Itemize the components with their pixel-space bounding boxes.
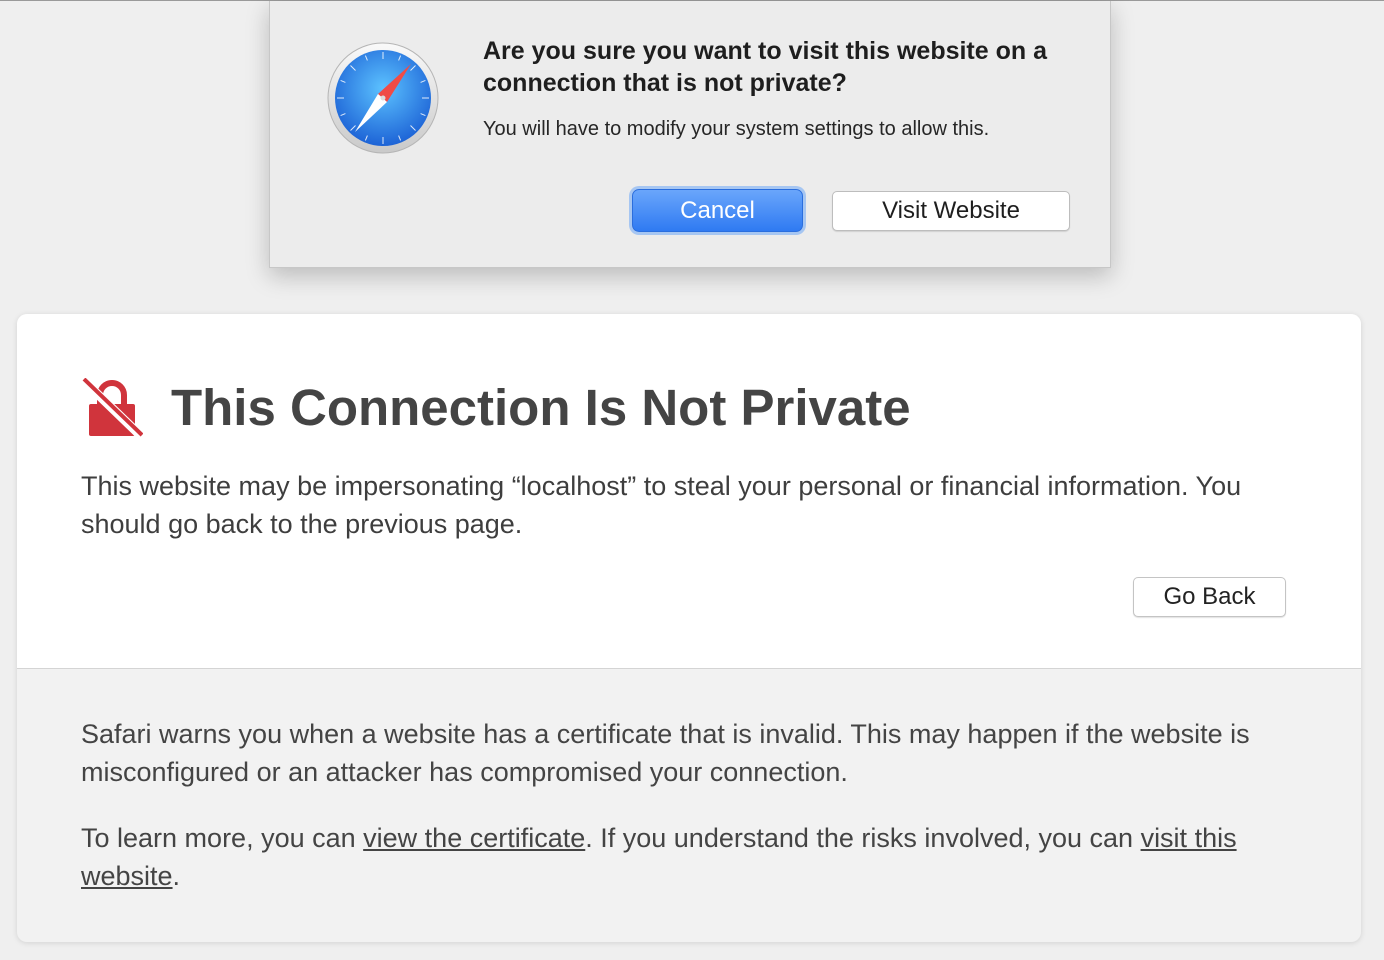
learn-more-suffix: . [172, 861, 181, 891]
learn-more-middle: . If you understand the risks involved, … [585, 823, 1141, 853]
learn-more-prefix: To learn more, you can [81, 823, 364, 853]
certificate-info-text: Safari warns you when a website has a ce… [81, 719, 1250, 787]
privacy-warning-card: This Connection Is Not Private This webs… [17, 314, 1361, 942]
cancel-button[interactable]: Cancel [632, 189, 803, 232]
visit-website-button[interactable]: Visit Website [832, 191, 1070, 231]
warning-header-section: This Connection Is Not Private This webs… [17, 314, 1361, 669]
alert-message: You will have to modify your system sett… [483, 118, 990, 140]
lock-slash-icon [81, 378, 143, 438]
learn-more-text: To learn more, you can view the certific… [81, 819, 1301, 895]
warning-details-section: Safari warns you when a website has a ce… [17, 669, 1361, 942]
confirmation-alert: Are you sure you want to visit this webs… [269, 1, 1111, 268]
alert-title: Are you sure you want to visit this webs… [483, 37, 1048, 97]
go-back-button[interactable]: Go Back [1133, 577, 1286, 617]
page-title: This Connection Is Not Private [171, 379, 911, 436]
view-certificate-link[interactable]: view the certificate [363, 823, 585, 853]
safari-compass-icon [327, 42, 439, 154]
warning-description: This website may be impersonating “local… [81, 471, 1242, 539]
